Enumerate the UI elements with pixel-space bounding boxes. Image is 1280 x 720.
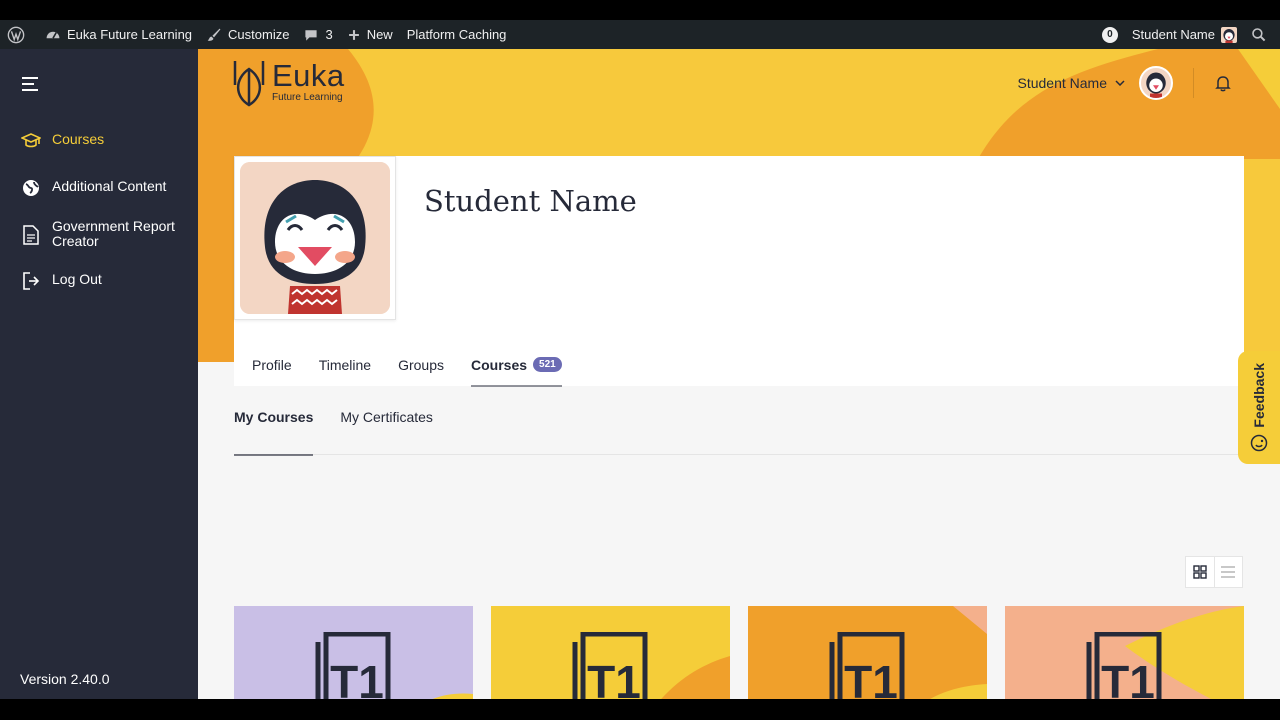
comment-icon — [305, 29, 318, 41]
customize-link[interactable]: Customize — [199, 20, 296, 49]
graduation-cap-icon — [20, 132, 42, 150]
platform-caching-link[interactable]: Platform Caching — [400, 20, 514, 49]
course-card[interactable]: T1 — [491, 606, 730, 699]
new-label: New — [366, 27, 393, 42]
tab-my-certificates[interactable]: My Certificates — [340, 409, 433, 455]
comments-link[interactable]: 3 — [296, 20, 339, 49]
sidebar-item-courses[interactable]: Courses — [20, 132, 104, 150]
notification-count: 0 — [1101, 26, 1118, 43]
wordpress-icon — [7, 26, 25, 43]
caching-label: Platform Caching — [406, 27, 507, 42]
sidebar-item-label: Courses — [52, 131, 105, 147]
sidebar-item-label: Log Out — [52, 271, 102, 287]
plus-icon — [348, 29, 359, 40]
search-icon — [1252, 27, 1266, 41]
svg-text:T1: T1 — [844, 656, 898, 699]
tab-my-courses[interactable]: My Courses — [234, 409, 314, 456]
site-name-link[interactable]: Euka Future Learning — [38, 20, 199, 49]
sidebar-item-additional-content[interactable]: Additional Content — [20, 179, 166, 197]
brush-icon — [207, 28, 221, 41]
view-toggle — [1185, 556, 1243, 588]
course-book-icon: T1 — [1086, 632, 1162, 699]
grid-icon — [1193, 565, 1207, 579]
app-frame: Euka Future Learning Customize 3 New Pla… — [0, 20, 1280, 699]
comments-count: 3 — [325, 27, 333, 42]
course-card[interactable]: T1 — [1005, 606, 1244, 699]
chevron-down-icon[interactable] — [1115, 80, 1125, 86]
svg-text:T1: T1 — [330, 656, 384, 699]
leaf-logo-icon — [233, 61, 265, 107]
course-card[interactable]: T1 — [234, 606, 473, 699]
feedback-icon — [1250, 434, 1268, 452]
tab-courses-label: Courses — [471, 357, 528, 373]
sidebar-item-label: Additional Content — [52, 178, 167, 194]
account-menu[interactable]: Student Name — [1125, 20, 1244, 49]
sidebar-item-government-report-creator[interactable]: Government Report Creator — [20, 219, 177, 249]
sidebar-item-log-out[interactable]: Log Out — [20, 272, 102, 290]
profile-avatar[interactable] — [234, 156, 396, 320]
customize-label: Customize — [228, 27, 290, 42]
wordpress-menu[interactable] — [0, 20, 38, 49]
sidebar: Courses Additional Content Government Re… — [0, 49, 198, 699]
logo-subtitle: Future Learning — [272, 92, 343, 103]
menu-toggle-button[interactable] — [22, 77, 40, 96]
globe-icon — [20, 179, 42, 197]
course-book-icon: T1 — [315, 632, 391, 699]
header-divider — [1193, 68, 1194, 98]
tab-courses[interactable]: Courses 521 — [471, 357, 562, 387]
dashboard-icon — [46, 31, 60, 39]
avatar — [1221, 26, 1237, 43]
user-menu-name[interactable]: Student Name — [1018, 75, 1108, 91]
tab-profile[interactable]: Profile — [252, 357, 292, 386]
bell-icon[interactable] — [1214, 74, 1232, 92]
courses-count-badge: 521 — [533, 357, 562, 372]
course-book-icon: T1 — [829, 632, 905, 699]
profile-card: Student Name Profile Timeline Groups Cou… — [234, 156, 1244, 387]
svg-text:T1: T1 — [1101, 656, 1155, 699]
profile-name: Student Name — [424, 184, 637, 218]
list-view-button[interactable] — [1213, 557, 1242, 587]
document-icon — [20, 219, 42, 245]
main-content: Euka Future Learning Student Name Studen… — [198, 49, 1280, 699]
hamburger-icon — [22, 77, 38, 91]
logout-icon — [20, 272, 42, 290]
version-text: Version 2.40.0 — [20, 671, 110, 687]
tab-timeline[interactable]: Timeline — [319, 357, 371, 386]
new-content-link[interactable]: New — [340, 20, 400, 49]
svg-text:T1: T1 — [587, 656, 641, 699]
notifications-link[interactable]: 0 — [1095, 20, 1125, 49]
grid-view-button[interactable] — [1186, 557, 1214, 587]
euka-logo[interactable]: Euka Future Learning — [232, 57, 345, 107]
logo-name: Euka — [272, 58, 345, 93]
profile-tabs: Profile Timeline Groups Courses 521 — [252, 357, 589, 387]
feedback-label: Feedback — [1251, 363, 1267, 428]
tab-groups[interactable]: Groups — [398, 357, 444, 386]
site-name: Euka Future Learning — [67, 27, 193, 42]
account-name: Student Name — [1131, 27, 1215, 42]
course-book-icon: T1 — [572, 632, 648, 699]
admin-bar: Euka Future Learning Customize 3 New Pla… — [0, 20, 1280, 49]
list-icon — [1221, 566, 1236, 578]
course-grid: T1 T1 T1 T1 — [234, 606, 1262, 699]
admin-search-button[interactable] — [1244, 20, 1280, 49]
course-card[interactable]: T1 — [748, 606, 987, 699]
course-subtabs: My Courses My Certificates — [234, 409, 1244, 456]
feedback-tab[interactable]: Feedback — [1238, 351, 1280, 464]
sidebar-item-label: Government Report Creator — [52, 218, 175, 249]
user-avatar[interactable] — [1139, 66, 1173, 100]
